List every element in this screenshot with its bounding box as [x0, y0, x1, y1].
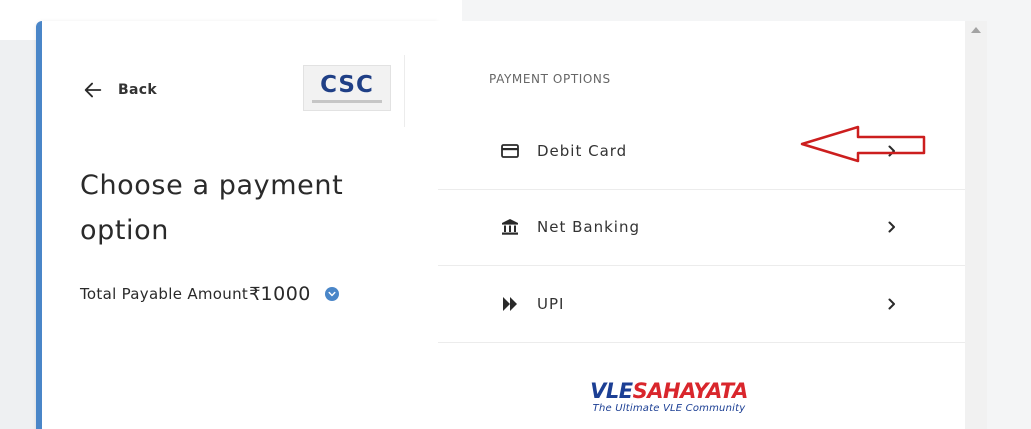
- payment-option-debit-card[interactable]: Debit Card: [438, 113, 965, 189]
- payment-option-upi[interactable]: UPI: [438, 266, 965, 342]
- payment-option-label: Debit Card: [537, 142, 628, 160]
- vle-logo-wordmark: VLESAHAYATA: [590, 379, 748, 403]
- amount-label: Total Payable Amount: [80, 285, 249, 303]
- back-label: Back: [118, 82, 157, 98]
- payment-options-heading: PAYMENT OPTIONS: [489, 72, 611, 86]
- chevron-right-icon: [885, 297, 899, 311]
- amount-value: 1000: [260, 283, 311, 305]
- credit-card-icon: [500, 141, 520, 161]
- chevron-right-icon: [885, 220, 899, 234]
- payment-option-label: UPI: [537, 295, 565, 313]
- payment-option-label: Net Banking: [537, 218, 640, 236]
- csc-logo: CSC: [303, 65, 391, 111]
- vle-logo-tagline: The Ultimate VLE Community: [592, 403, 746, 414]
- back-button[interactable]: Back: [82, 79, 157, 101]
- chevron-down-icon: [328, 291, 336, 297]
- option-divider: [438, 342, 965, 343]
- csc-logo-text: CSC: [320, 71, 374, 98]
- arrow-left-icon: [84, 82, 102, 98]
- upi-icon: [500, 294, 520, 314]
- payment-options-panel: PAYMENT OPTIONS Debit Card Net Banking U…: [438, 21, 965, 429]
- logo-divider: [404, 55, 405, 127]
- currency-symbol: ₹: [249, 283, 261, 305]
- scroll-up-icon[interactable]: [971, 27, 981, 33]
- vle-sahayata-logo: VLESAHAYATA The Ultimate VLE Community: [586, 379, 752, 415]
- order-summary-card: Back CSC Choose a payment option Total P…: [36, 21, 438, 429]
- amount-row: Total Payable Amount ₹ 1000: [80, 283, 339, 305]
- page-scrollbar[interactable]: [965, 21, 987, 429]
- amount-details-toggle[interactable]: [324, 287, 339, 301]
- page-title: Choose a payment option: [80, 170, 344, 246]
- csc-logo-subtext: [312, 99, 382, 103]
- payment-option-net-banking[interactable]: Net Banking: [438, 189, 965, 265]
- bank-icon: [500, 217, 520, 237]
- chevron-right-icon: [885, 144, 899, 158]
- page-background-shade: [0, 40, 36, 429]
